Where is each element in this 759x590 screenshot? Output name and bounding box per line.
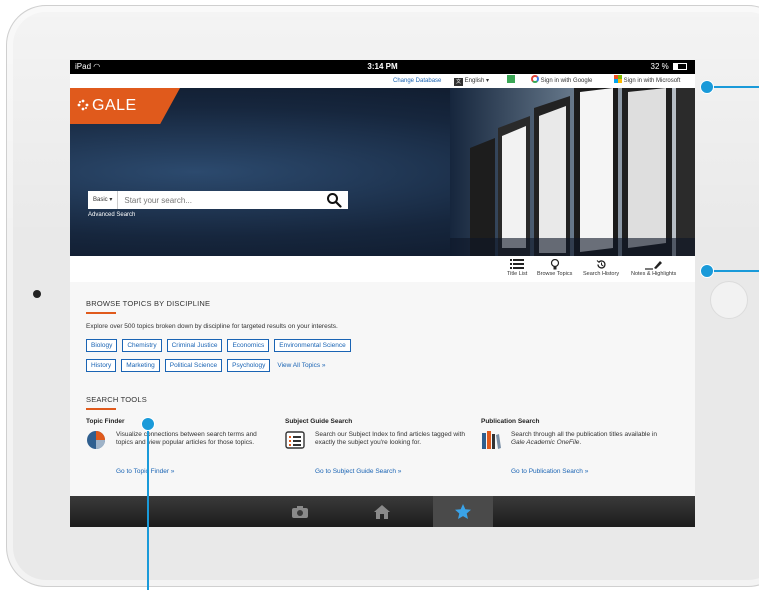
language-label: English ▾	[464, 78, 490, 84]
callout-line-middle	[712, 270, 759, 272]
notes-highlights-button[interactable]: Notes & Highlights	[631, 259, 676, 277]
language-selector[interactable]: 文 English ▾	[454, 74, 489, 88]
browse-topics-label: Browse Topics	[537, 271, 573, 277]
dock-camera-button[interactable]	[270, 496, 330, 527]
gale-logo-tab[interactable]: GALE	[70, 88, 180, 124]
hero-banner: GALE Basic ▾ Advanced Search	[70, 88, 695, 256]
notes-highlights-label: Notes & Highlights	[631, 271, 677, 277]
search-history-label: Search History	[583, 271, 620, 277]
title-list-button[interactable]: Title List	[507, 259, 527, 277]
home-icon	[374, 504, 390, 519]
status-time: 3:14 PM	[367, 62, 398, 71]
discipline-chip[interactable]: History	[86, 359, 117, 372]
dock-home-button[interactable]	[352, 496, 412, 527]
browse-topics-button[interactable]: Browse Topics	[537, 259, 572, 277]
pie-chart-icon	[87, 431, 105, 449]
camera-icon	[292, 505, 308, 518]
google-drive-icon[interactable]	[507, 74, 515, 88]
search-input[interactable]	[118, 191, 326, 209]
discipline-chip[interactable]: Chemistry	[122, 339, 162, 352]
title-list-label: Title List	[507, 271, 528, 277]
change-database-link[interactable]: Change Database	[393, 74, 441, 88]
main-content: BROWSE TOPICS BY DISCIPLINE Explore over…	[70, 282, 695, 496]
dock-favorites-button[interactable]	[433, 496, 493, 527]
publication-desc-text: Search through all the publication title…	[511, 431, 657, 438]
bottom-dock	[70, 496, 695, 527]
hero-photo-image	[450, 88, 695, 256]
publication-search-link[interactable]: Go to Publication Search »	[511, 468, 588, 475]
utility-bar: Change Database 文 English ▾ Sign in with…	[70, 74, 695, 88]
publication-desc-end: .	[579, 439, 582, 446]
history-icon	[596, 260, 606, 269]
battery-status: 32 %	[651, 60, 687, 74]
discipline-row-1: Biology Chemistry Criminal Justice Econo…	[86, 339, 351, 352]
highlighter-icon	[644, 261, 662, 270]
lightbulb-icon	[550, 259, 559, 270]
search-tools-heading: SEARCH TOOLS	[86, 395, 147, 404]
discipline-chip[interactable]: Criminal Justice	[166, 339, 223, 352]
star-icon	[455, 504, 471, 519]
topic-finder-description: Visualize connections between search ter…	[116, 431, 257, 446]
subject-guide-title: Subject Guide Search	[285, 418, 353, 425]
discipline-chip[interactable]: Economics	[227, 339, 270, 352]
subject-guide-description: Search our Subject Index to find article…	[315, 431, 465, 446]
publication-desc-emphasis: Gale Academic OneFile	[511, 439, 580, 446]
discipline-chip[interactable]: Biology	[86, 339, 118, 352]
callout-dot-top	[700, 80, 714, 94]
microsoft-signin-label: Sign in with Microsoft	[623, 78, 681, 84]
tools-bar: Title List Browse Topics Search History …	[70, 256, 695, 283]
gale-logo-mark-icon	[77, 99, 89, 111]
battery-text: 32 %	[650, 62, 669, 71]
advanced-search-link[interactable]: Advanced Search	[88, 212, 135, 218]
discipline-chip[interactable]: Marketing	[121, 359, 160, 372]
browse-description: Explore over 500 topics broken down by d…	[86, 323, 338, 330]
callout-dot-middle	[700, 264, 714, 278]
language-icon: 文	[454, 78, 463, 86]
search-mode-dropdown[interactable]: Basic ▾	[88, 191, 119, 209]
list-icon	[510, 259, 525, 269]
search-tools-heading-underline	[86, 408, 116, 410]
discipline-row-2: History Marketing Political Science Psyc…	[86, 359, 328, 372]
subject-guide-link[interactable]: Go to Subject Guide Search »	[315, 468, 401, 475]
callout-line-top	[712, 86, 759, 88]
search-box: Basic ▾	[88, 191, 348, 209]
callout-dot-bottom	[141, 417, 155, 431]
publication-search-title: Publication Search	[481, 418, 540, 425]
google-signin-button[interactable]: Sign in with Google	[531, 74, 592, 88]
discipline-chip[interactable]: Psychology	[227, 359, 271, 372]
discipline-chip[interactable]: Political Science	[164, 359, 223, 372]
search-icon[interactable]	[326, 192, 342, 208]
ipad-home-button[interactable]	[710, 281, 748, 319]
browse-heading-underline	[86, 312, 116, 314]
view-all-topics-link[interactable]: View All Topics »	[275, 359, 327, 372]
microsoft-signin-button[interactable]: Sign in with Microsoft	[614, 74, 680, 88]
search-history-button[interactable]: Search History	[583, 259, 619, 277]
browse-topics-heading: BROWSE TOPICS BY DISCIPLINE	[86, 299, 211, 308]
discipline-chip[interactable]: Environmental Science	[274, 339, 351, 352]
books-icon	[482, 431, 501, 449]
status-bar: iPad ◠ 3:14 PM 32 %	[70, 60, 695, 74]
google-icon	[531, 75, 539, 83]
battery-icon	[673, 63, 687, 70]
list-box-icon	[285, 431, 305, 449]
publication-search-description: Search through all the publication title…	[511, 431, 669, 447]
ipad-camera	[33, 290, 41, 298]
callout-line-bottom	[147, 427, 149, 590]
topic-finder-title: Topic Finder	[86, 418, 125, 425]
gale-logo-text: GALE	[92, 97, 137, 114]
google-signin-label: Sign in with Google	[540, 78, 593, 84]
topic-finder-link[interactable]: Go to Topic Finder »	[116, 468, 174, 475]
microsoft-icon	[614, 75, 622, 83]
ipad-screen: iPad ◠ 3:14 PM 32 % Change Database 文 En…	[70, 60, 695, 527]
